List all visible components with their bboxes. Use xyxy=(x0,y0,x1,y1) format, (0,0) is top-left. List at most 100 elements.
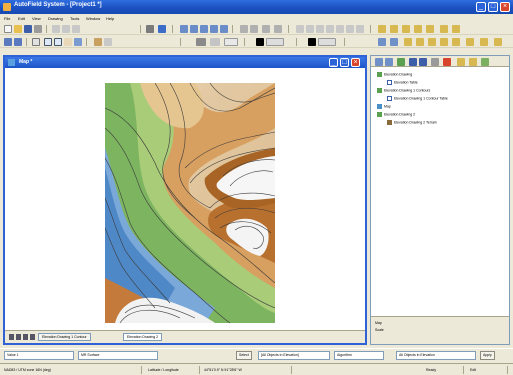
save-icon[interactable] xyxy=(24,25,32,33)
tab-scroll-prev-icon[interactable] xyxy=(16,334,21,340)
panel-tool-icon[interactable] xyxy=(481,58,489,66)
grid-tool-icon[interactable] xyxy=(250,25,258,33)
arrow-right-icon[interactable] xyxy=(14,38,22,46)
select-button[interactable]: Select xyxy=(236,351,252,360)
close-button[interactable]: × xyxy=(500,2,510,12)
label-tool-icon[interactable] xyxy=(428,38,436,46)
label-tool-icon[interactable] xyxy=(378,38,386,46)
menu-file[interactable]: File xyxy=(4,16,10,21)
zoom-in-icon[interactable] xyxy=(44,38,52,46)
grid-tool-icon[interactable] xyxy=(262,25,270,33)
label-tool-icon[interactable] xyxy=(404,38,412,46)
objects-combo[interactable]: [All Objects in Elevation] xyxy=(258,351,330,360)
panel-tool-icon[interactable] xyxy=(469,58,477,66)
fill-color-swatch[interactable] xyxy=(196,38,206,46)
zoom-out-icon[interactable] xyxy=(54,38,62,46)
layer-tool-icon[interactable] xyxy=(180,25,188,33)
print-preview-icon[interactable] xyxy=(146,25,154,33)
edit-tool-icon[interactable] xyxy=(440,25,448,33)
draw-tool-icon[interactable] xyxy=(326,25,334,33)
menu-tools[interactable]: Tools xyxy=(70,16,79,21)
help-icon[interactable] xyxy=(158,25,166,33)
tree-item[interactable]: Elevation Table xyxy=(387,80,418,85)
panel-tool-icon[interactable] xyxy=(419,58,427,66)
menu-window[interactable]: Window xyxy=(86,16,100,21)
maximize-button[interactable]: □ xyxy=(488,2,498,12)
panel-tool-icon[interactable] xyxy=(397,58,405,66)
menu-help[interactable]: Help xyxy=(106,16,114,21)
panel-tool-icon[interactable] xyxy=(409,58,417,66)
tab-scroll-next-icon[interactable] xyxy=(23,334,28,340)
line-tool-icon[interactable] xyxy=(104,38,112,46)
cut-icon[interactable] xyxy=(52,25,60,33)
panel-tool-icon[interactable] xyxy=(375,58,383,66)
tree-item[interactable]: Elevation Drawing 1 Contours xyxy=(377,88,430,93)
minimize-button[interactable]: _ xyxy=(476,2,486,12)
label-tool-icon[interactable] xyxy=(466,38,474,46)
panel-tool-icon[interactable] xyxy=(457,58,465,66)
tree-item[interactable]: Elevation Drawing xyxy=(377,72,412,77)
black-color-swatch[interactable] xyxy=(308,38,316,46)
draw-tool-icon[interactable] xyxy=(346,25,354,33)
target-objects-combo[interactable]: All Objects in Elevation xyxy=(396,351,476,360)
tree-item[interactable]: Elevation Drawing 2 Terrain xyxy=(387,120,437,125)
line-color-swatch[interactable] xyxy=(210,38,220,46)
line-width-icon[interactable] xyxy=(266,38,284,46)
tree-item[interactable]: Map xyxy=(377,104,391,109)
surface-combo[interactable]: MR Surface xyxy=(78,351,158,360)
paste-icon[interactable] xyxy=(72,25,80,33)
label-tool-icon[interactable] xyxy=(440,38,448,46)
edit-tool-icon[interactable] xyxy=(452,25,460,33)
map-minimize-button[interactable]: _ xyxy=(329,58,338,67)
edit-tool-icon[interactable] xyxy=(426,25,434,33)
layer-tool-icon[interactable] xyxy=(210,25,218,33)
draw-tool-icon[interactable] xyxy=(296,25,304,33)
pan-hand-icon[interactable] xyxy=(64,38,72,46)
line-style-icon[interactable] xyxy=(224,38,238,46)
value-combo[interactable]: Value 1 xyxy=(4,351,74,360)
map-maximize-button[interactable]: □ xyxy=(340,58,349,67)
label-tool-icon[interactable] xyxy=(390,38,398,46)
select-arrow-icon[interactable] xyxy=(32,38,40,46)
tab-scroll-last-icon[interactable] xyxy=(30,334,35,340)
label-tool-icon[interactable] xyxy=(480,38,488,46)
arrow-left-icon[interactable] xyxy=(4,38,12,46)
tab-contour[interactable]: Elevation Drawing 1 Contour xyxy=(38,333,91,341)
open-folder-icon[interactable] xyxy=(14,25,22,33)
apply-button[interactable]: Apply xyxy=(480,351,495,360)
black-color-swatch[interactable] xyxy=(256,38,264,46)
edit-tool-icon[interactable] xyxy=(414,25,422,33)
draw-tool-icon[interactable] xyxy=(356,25,364,33)
panel-tool-icon[interactable] xyxy=(431,58,439,66)
draw-tool-icon[interactable] xyxy=(316,25,324,33)
copy-icon[interactable] xyxy=(62,25,70,33)
new-file-icon[interactable] xyxy=(4,25,12,33)
menu-view[interactable]: View xyxy=(32,16,41,21)
draw-tool-icon[interactable] xyxy=(306,25,314,33)
tab-elevation-2[interactable]: Elevation Drawing 2 xyxy=(123,333,163,341)
label-tool-icon[interactable] xyxy=(494,38,502,46)
edit-tool-icon[interactable] xyxy=(378,25,386,33)
draw-tool-icon[interactable] xyxy=(336,25,344,33)
label-tool-icon[interactable] xyxy=(452,38,460,46)
full-extent-icon[interactable] xyxy=(74,38,82,46)
tree-item[interactable]: Elevation Drawing 1 Contour Table xyxy=(387,96,448,101)
algorithm-combo[interactable]: Algorithm xyxy=(334,351,384,360)
map-canvas[interactable] xyxy=(5,68,365,330)
grid-tool-icon[interactable] xyxy=(274,25,282,33)
pencil-icon[interactable] xyxy=(94,38,102,46)
tab-scroll-first-icon[interactable] xyxy=(9,334,14,340)
menu-edit[interactable]: Edit xyxy=(18,16,25,21)
label-tool-icon[interactable] xyxy=(416,38,424,46)
panel-tool-icon[interactable] xyxy=(443,58,451,66)
grid-tool-icon[interactable] xyxy=(240,25,248,33)
print-icon[interactable] xyxy=(34,25,42,33)
menu-drawing[interactable]: Drawing xyxy=(48,16,63,21)
edit-tool-icon[interactable] xyxy=(390,25,398,33)
panel-tool-icon[interactable] xyxy=(385,58,393,66)
tree-item[interactable]: Elevation Drawing 2 xyxy=(377,112,415,117)
fill-pattern-icon[interactable] xyxy=(318,38,336,46)
layer-tool-icon[interactable] xyxy=(220,25,228,33)
edit-tool-icon[interactable] xyxy=(402,25,410,33)
layer-tool-icon[interactable] xyxy=(190,25,198,33)
